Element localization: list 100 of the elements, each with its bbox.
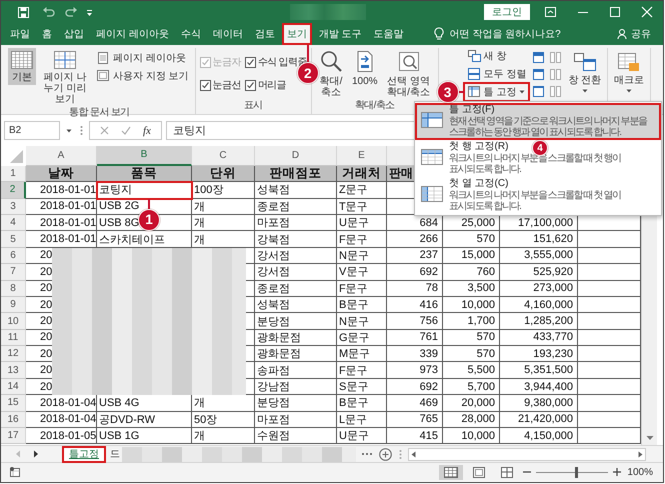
ribbon-tab[interactable]: 개발 도구 <box>314 23 367 45</box>
table-cell: B문구 <box>337 296 387 314</box>
row-header[interactable]: 17 <box>1 428 26 444</box>
redo-icon[interactable] <box>65 6 78 18</box>
ribbon-tab[interactable]: 도움말 <box>368 23 409 45</box>
row-header[interactable]: 6 <box>1 248 26 264</box>
split-icon[interactable] <box>532 85 546 98</box>
name-box[interactable]: B2 <box>4 121 60 140</box>
menu-item-title[interactable]: 첫 행 고정(R) <box>449 141 508 153</box>
row-header[interactable]: 16 <box>1 412 26 428</box>
save-icon[interactable] <box>17 6 30 18</box>
table-cell: B문구 <box>337 395 387 412</box>
add-sheet-icon[interactable] <box>379 448 392 460</box>
table-cell: 개 <box>192 198 255 215</box>
row-header[interactable]: 13 <box>1 362 26 379</box>
close-icon[interactable] <box>641 6 653 18</box>
arrange-all-button[interactable]: 모두 정렬 <box>464 66 528 82</box>
slider-thumb[interactable] <box>575 466 578 478</box>
row-header[interactable]: 8 <box>1 280 26 297</box>
normal-view-button[interactable]: 기본 <box>8 48 36 85</box>
undo-icon[interactable] <box>42 6 55 18</box>
table-cell: L문구 <box>337 412 387 428</box>
sheet-tab[interactable]: 드 <box>109 446 121 462</box>
sheet-tab[interactable]: 틀고정 <box>63 446 105 462</box>
horizontal-scrollbar[interactable] <box>408 448 646 460</box>
checkbox-icon <box>200 80 211 90</box>
table-cell: T문구 <box>337 198 387 215</box>
table-cell: N문구 <box>337 248 387 264</box>
window-icon <box>96 69 110 83</box>
custom-views-button[interactable]: 사용자 지정 보기 <box>94 68 191 84</box>
insert-function-button[interactable]: fx <box>143 124 151 136</box>
row-header[interactable]: 5 <box>1 231 26 248</box>
row-header[interactable]: 2 <box>1 182 26 199</box>
ribbon-tab[interactable]: 수식 <box>176 23 206 45</box>
record-macro-icon[interactable] <box>9 466 21 478</box>
ribbon-tab[interactable]: 데이터 <box>208 23 248 45</box>
table-cell: 송파점 <box>255 362 337 379</box>
row-header[interactable]: 12 <box>1 346 26 362</box>
checkbox-option[interactable]: 눈금선 <box>200 78 241 92</box>
column-header[interactable]: A <box>26 146 97 166</box>
page-layout-button[interactable]: 페이지 레이아웃 <box>94 50 191 66</box>
row-header[interactable]: 11 <box>1 330 26 346</box>
tell-me-field[interactable]: 어떤 작업을 원하시나요? <box>450 27 561 41</box>
more-icon[interactable] <box>361 452 373 456</box>
caret-icon[interactable] <box>66 128 72 134</box>
scroll-right-icon[interactable] <box>33 450 39 458</box>
scroll-right-icon[interactable] <box>638 450 643 458</box>
row-header[interactable]: 3 <box>1 198 26 215</box>
table-cell: 973 <box>387 362 443 379</box>
ribbon-tab[interactable]: 홈 <box>37 23 57 45</box>
ribbon-tab[interactable]: 검토 <box>250 23 280 45</box>
share-button[interactable]: 공유 <box>617 23 663 45</box>
scroll-left-icon[interactable] <box>411 450 416 458</box>
scroll-down-icon[interactable] <box>646 435 654 441</box>
ribbon-tab[interactable]: 삽입 <box>59 23 89 45</box>
zoom-100-button[interactable]: 100% <box>350 48 380 89</box>
row-header[interactable]: 14 <box>1 378 26 396</box>
switch-windows-button[interactable]: 창 전환 <box>566 48 604 96</box>
row-header[interactable]: 7 <box>1 264 26 281</box>
zoom-to-selection-button[interactable]: 선택 영역 확대/축소 <box>384 48 434 100</box>
zoom-in-icon[interactable] <box>613 468 622 476</box>
ribbon-tab[interactable]: 보기 <box>282 23 312 45</box>
row-header[interactable]: 9 <box>1 296 26 314</box>
ribbon-tab[interactable]: 파일 <box>5 23 35 45</box>
row-header[interactable]: 1 <box>1 166 26 182</box>
normal-view-button[interactable] <box>439 464 464 480</box>
table-cell: 4,160,000 <box>500 296 578 314</box>
column-header[interactable]: E <box>337 146 387 166</box>
column-header[interactable]: B <box>97 146 192 166</box>
menu-item-title[interactable]: 틀 고정(F) <box>449 104 495 116</box>
menu-item-title[interactable]: 첫 열 고정(C) <box>449 178 508 190</box>
table-cell: 4,150,000 <box>500 428 578 444</box>
login-button[interactable]: 로그인 <box>484 4 530 20</box>
zoom-selection-icon <box>396 50 421 74</box>
split-icon[interactable] <box>532 68 546 81</box>
ribbon-tab[interactable]: 페이지 레이아웃 <box>91 23 174 45</box>
customize-icon[interactable] <box>86 7 94 17</box>
table-cell: 237 <box>387 248 443 264</box>
table-cell: 강서점 <box>255 264 337 281</box>
person-icon <box>617 28 628 40</box>
table-cell: 10,000 <box>443 296 500 314</box>
maximize-icon[interactable] <box>609 6 621 18</box>
column-header[interactable]: C <box>192 146 255 166</box>
row-header[interactable]: 15 <box>1 395 26 412</box>
table-cell: 78 <box>387 280 443 297</box>
split-icon[interactable] <box>532 51 546 64</box>
freeze-panes-button[interactable]: 틀 고정 <box>464 84 528 100</box>
new-window-button[interactable]: 새 창 <box>464 48 528 64</box>
ribbon-display-icon[interactable] <box>544 6 557 18</box>
page-break-icon <box>53 50 77 70</box>
row-header[interactable]: 4 <box>1 214 26 232</box>
table-cell: U문구 <box>337 428 387 444</box>
row-header[interactable]: 10 <box>1 313 26 330</box>
table-cell: 765 <box>387 412 443 428</box>
table-cell: USB 1G <box>97 428 192 444</box>
macros-button[interactable]: 매크로 <box>612 48 646 96</box>
table-cell: 2018-01-01 <box>26 214 97 232</box>
page-break-preview-button[interactable]: 페이지 나누기 미리 보기 <box>40 48 90 107</box>
column-header[interactable]: D <box>255 146 337 166</box>
table-cell: 570 <box>443 330 500 346</box>
